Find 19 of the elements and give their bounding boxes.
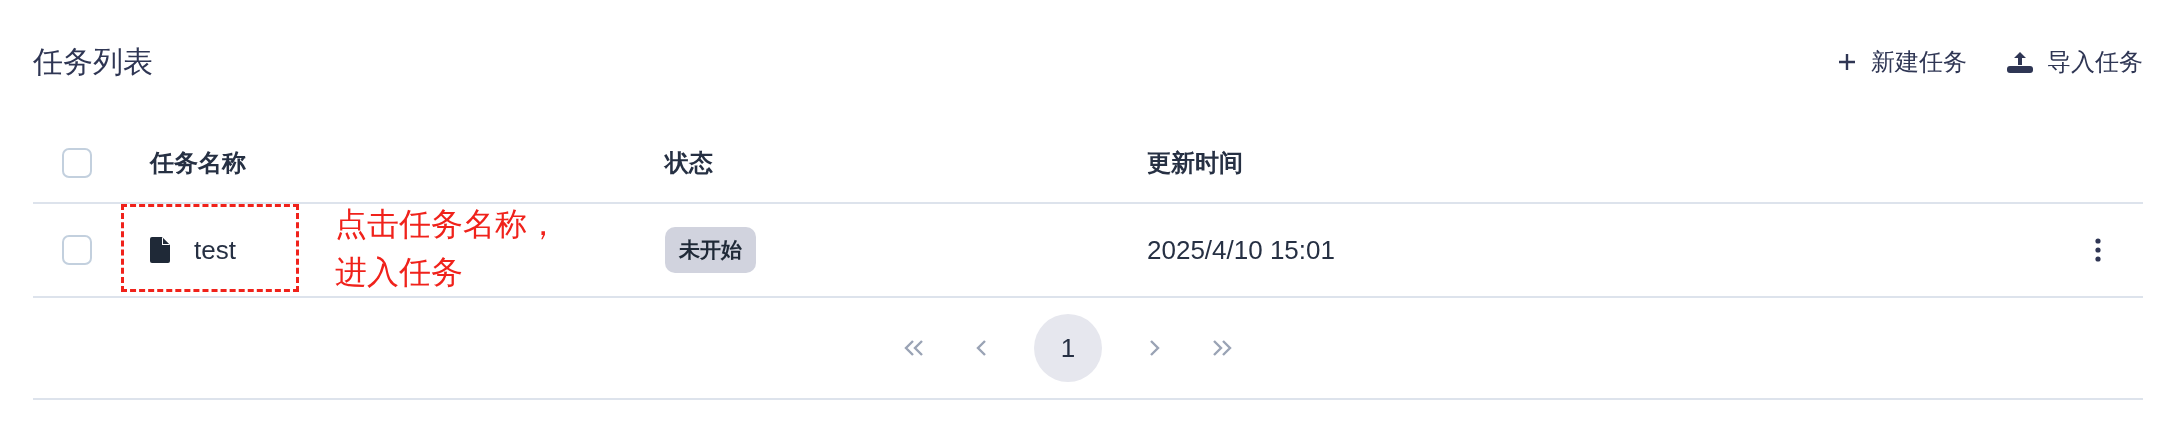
select-all-checkbox[interactable] xyxy=(62,148,92,178)
row-checkbox[interactable] xyxy=(62,235,92,265)
annotation-text: 点击任务名称， 进入任务 xyxy=(335,205,559,292)
column-header: 更新时间 xyxy=(1147,148,1243,178)
new-task-button[interactable]: 新建任务 xyxy=(1837,46,1967,78)
column-header: 状态 xyxy=(665,148,713,178)
last-page-icon xyxy=(1210,338,1234,358)
table-cell: 2025/4/10 15:01 xyxy=(1147,234,1335,266)
first-page-icon xyxy=(902,338,926,358)
import-task-button[interactable]: 导入任务 xyxy=(2007,46,2143,78)
more-icon xyxy=(2095,238,2101,262)
file-icon xyxy=(150,237,170,263)
status-badge: 未开始 xyxy=(665,227,756,273)
upload-icon xyxy=(2007,50,2033,74)
plus-icon xyxy=(1837,52,1857,72)
page-title: 任务列表 xyxy=(33,43,153,80)
task-name-link[interactable]: test xyxy=(194,234,236,266)
page-button[interactable]: 1 xyxy=(1034,314,1102,382)
column-header: 任务名称 xyxy=(150,148,246,178)
